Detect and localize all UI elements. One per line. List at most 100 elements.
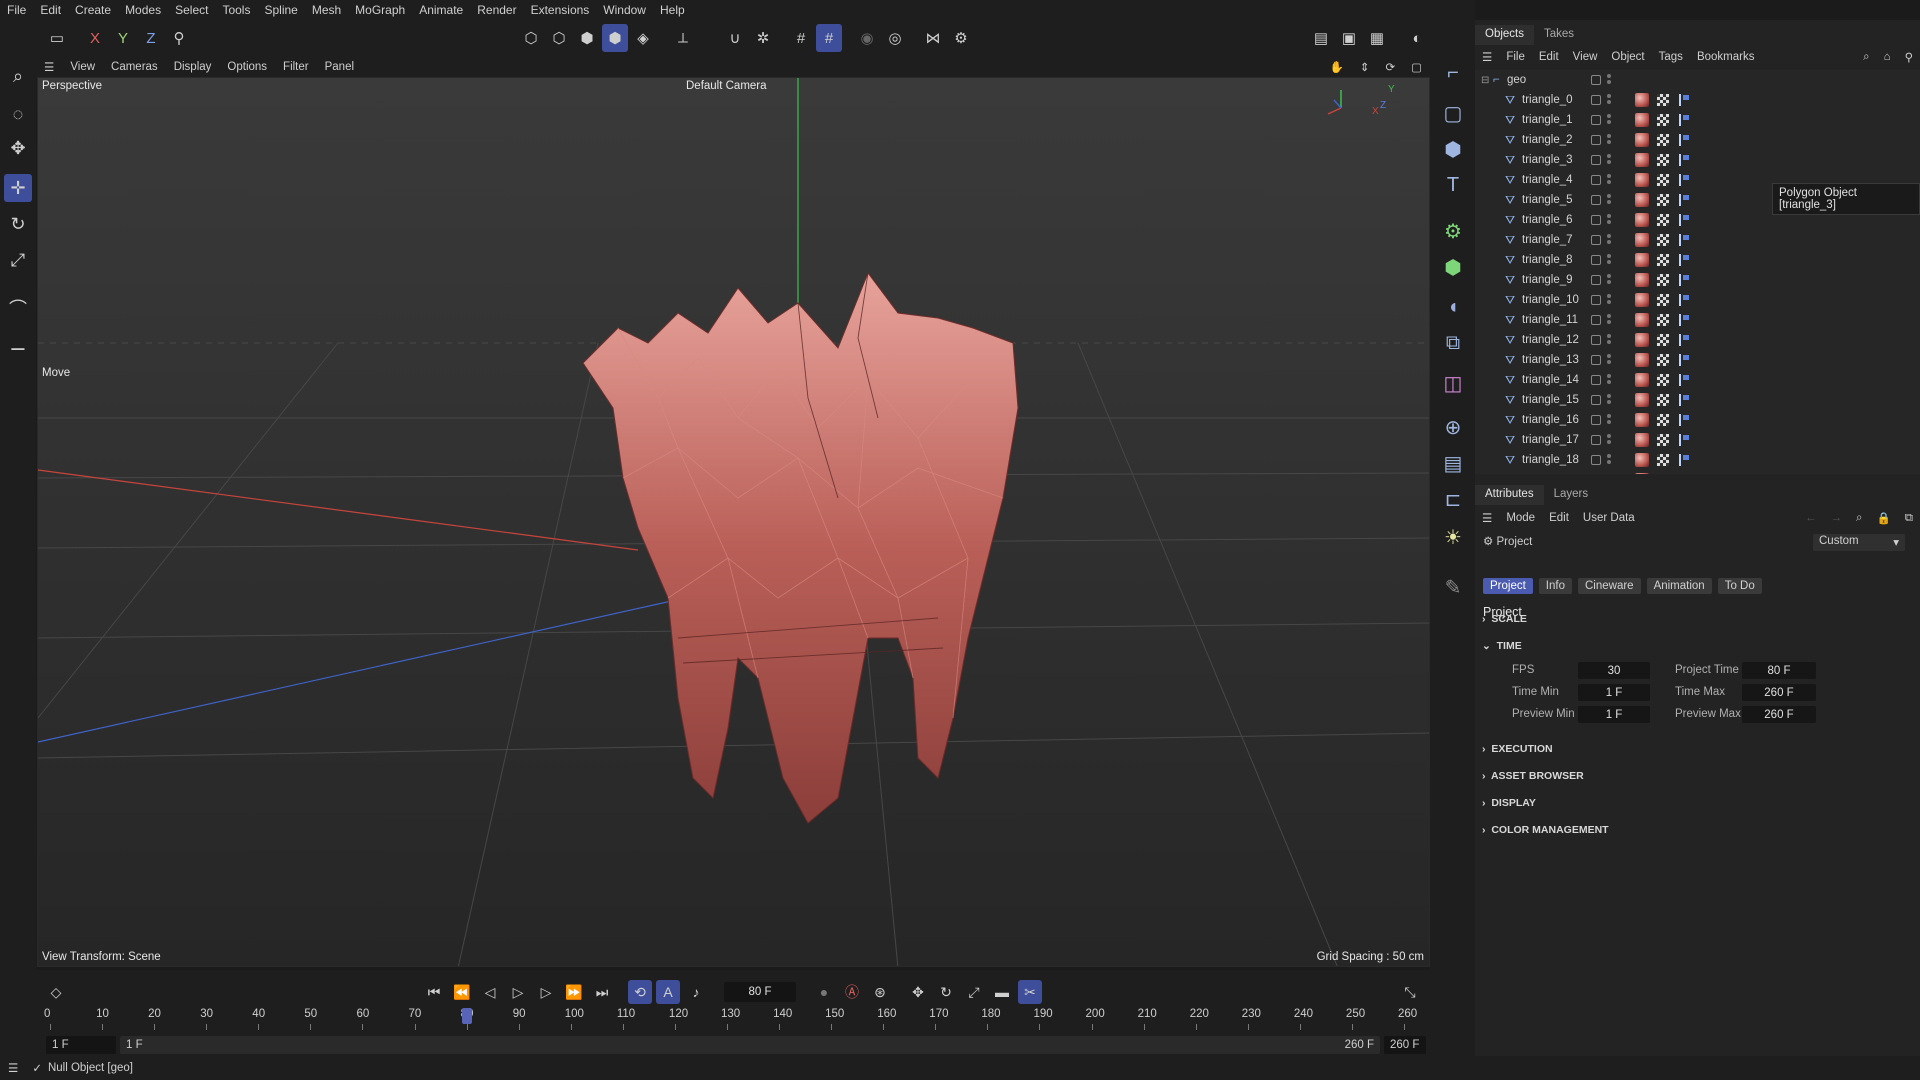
render-dots[interactable]	[1607, 74, 1611, 86]
section-color-management[interactable]: › COLOR MANAGEMENT	[1482, 824, 1609, 836]
object-row[interactable]: ⛛ triangle_1	[1475, 110, 1920, 130]
preset-dropdown[interactable]: Custom ▾	[1813, 534, 1905, 551]
go-to-end-icon[interactable]: ⏭	[590, 980, 614, 1004]
menu-extensions[interactable]: Extensions	[524, 3, 597, 17]
scale-tool-icon[interactable]: ⤢	[4, 246, 32, 274]
render-dots[interactable]	[1607, 214, 1611, 226]
undo-icon[interactable]: ▭	[44, 24, 70, 52]
material-tag-icon[interactable]	[1635, 173, 1649, 187]
key-position-icon[interactable]: ✥	[906, 980, 930, 1004]
keyframe-selection-icon[interactable]: ⊛	[868, 980, 892, 1004]
render-settings-icon[interactable]: ◎	[882, 24, 908, 52]
uv-tag-icon[interactable]	[1657, 434, 1669, 446]
axis-x-toggle[interactable]: X	[82, 24, 108, 52]
status-menu-icon[interactable]: ☰	[0, 1061, 26, 1075]
uv-tag-icon[interactable]	[1657, 374, 1669, 386]
material-tag-icon[interactable]	[1635, 353, 1649, 367]
polygons-mode-icon[interactable]: ⬢	[574, 24, 600, 52]
rotate-tool-icon[interactable]: ↻	[4, 210, 32, 238]
object-row[interactable]: ⛛ triangle_10	[1475, 290, 1920, 310]
keyframe-icon[interactable]: ◇	[44, 980, 68, 1004]
render-queue-icon[interactable]: ▦	[1364, 24, 1390, 52]
attributes-menu-icon[interactable]: ☰	[1475, 511, 1499, 525]
object-mode-icon[interactable]: ◈	[630, 24, 656, 52]
maximize-view-icon[interactable]: ▢	[1403, 60, 1430, 74]
menu-modes[interactable]: Modes	[118, 3, 168, 17]
render-dots[interactable]	[1607, 394, 1611, 406]
fps-field[interactable]: 30	[1578, 662, 1650, 679]
subtab-animation[interactable]: Animation	[1646, 578, 1712, 594]
objects-home-icon[interactable]: ⌂	[1877, 51, 1898, 63]
material-tag-icon[interactable]	[1635, 153, 1649, 167]
search-icon[interactable]: ⌕	[4, 62, 32, 90]
selection-tag-icon[interactable]	[1679, 274, 1689, 286]
visibility-check[interactable]	[1591, 315, 1601, 325]
tab-objects[interactable]: Objects	[1475, 25, 1534, 45]
visibility-check[interactable]	[1591, 335, 1601, 345]
selection-tag-icon[interactable]	[1679, 214, 1689, 226]
layout-icon[interactable]: ⌐	[1438, 58, 1468, 88]
gear-snap-icon[interactable]: ✲	[750, 24, 776, 52]
pencil-icon[interactable]: ✎	[1438, 572, 1468, 602]
next-key-icon[interactable]: ⏩	[562, 980, 586, 1004]
render-dots[interactable]	[1607, 334, 1611, 346]
preview-max-field[interactable]: 260 F	[1742, 706, 1816, 723]
object-row[interactable]: ⛛ triangle_9	[1475, 270, 1920, 290]
material-tag-icon[interactable]	[1635, 93, 1649, 107]
playhead[interactable]	[461, 1008, 472, 1024]
visibility-check[interactable]	[1591, 75, 1601, 85]
object-row[interactable]: ⛛ triangle_14	[1475, 370, 1920, 390]
menu-create[interactable]: Create	[68, 3, 118, 17]
menu-render[interactable]: Render	[470, 3, 523, 17]
render-dots[interactable]	[1607, 414, 1611, 426]
selection-tag-icon[interactable]	[1679, 294, 1689, 306]
selection-tag-icon[interactable]	[1679, 434, 1689, 446]
selection-tag-icon[interactable]	[1679, 374, 1689, 386]
tab-takes[interactable]: Takes	[1534, 25, 1584, 45]
key-pla-icon[interactable]: ✂	[1018, 980, 1042, 1004]
viewport-menu-cameras[interactable]: Cameras	[103, 61, 166, 73]
render-dots[interactable]	[1607, 174, 1611, 186]
menu-select[interactable]: Select	[168, 3, 215, 17]
forward-arrow-icon[interactable]: →	[1824, 512, 1850, 524]
selection-tag-icon[interactable]	[1679, 454, 1689, 466]
timeline-ruler[interactable]: 0102030405060708090100110120130140150160…	[44, 1008, 1430, 1032]
workplane-snap-icon[interactable]: #	[816, 24, 842, 52]
tab-attributes[interactable]: Attributes	[1475, 485, 1544, 505]
visibility-check[interactable]	[1591, 195, 1601, 205]
menu-tools[interactable]: Tools	[215, 3, 257, 17]
object-row-geo[interactable]: ⊟ ⌐ geo	[1475, 70, 1920, 90]
material-tag-icon[interactable]	[1635, 233, 1649, 247]
prev-frame-icon[interactable]: ◁	[478, 980, 502, 1004]
autokey-mode-icon[interactable]: A	[656, 980, 680, 1004]
attributes-menu-edit[interactable]: Edit	[1542, 512, 1576, 524]
visibility-check[interactable]	[1591, 215, 1601, 225]
symmetry-icon[interactable]: ⋈	[920, 24, 946, 52]
time-max-field[interactable]: 260 F	[1742, 684, 1816, 701]
object-row[interactable]: ⛛ triangle_16	[1475, 410, 1920, 430]
uv-tag-icon[interactable]	[1657, 94, 1669, 106]
object-row[interactable]: ⛛ triangle_13	[1475, 350, 1920, 370]
menu-spline[interactable]: Spline	[257, 3, 304, 17]
deformer-icon[interactable]: ◖	[1438, 292, 1468, 322]
selection-tag-icon[interactable]	[1679, 394, 1689, 406]
axis-y-toggle[interactable]: Y	[110, 24, 136, 52]
render-dots[interactable]	[1607, 254, 1611, 266]
material-tag-icon[interactable]	[1635, 253, 1649, 267]
render-dots[interactable]	[1607, 294, 1611, 306]
material-tag-icon[interactable]	[1635, 393, 1649, 407]
render-region-icon[interactable]: ◉	[854, 24, 880, 52]
menu-mograph[interactable]: MoGraph	[348, 3, 412, 17]
selection-tag-icon[interactable]	[1679, 194, 1689, 206]
objects-search-icon[interactable]: ⌕	[1856, 51, 1876, 64]
object-row[interactable]: ⛛ triangle_11	[1475, 310, 1920, 330]
material-tag-icon[interactable]	[1635, 293, 1649, 307]
objects-menu-tags[interactable]: Tags	[1652, 51, 1690, 63]
subdivision-icon[interactable]: ⬢	[1438, 252, 1468, 282]
project-time-field[interactable]: 80 F	[1742, 662, 1816, 679]
selection-tag-icon[interactable]	[1679, 234, 1689, 246]
objects-menu-bookmarks[interactable]: Bookmarks	[1690, 51, 1762, 63]
key-scale-icon[interactable]: ⤢	[962, 980, 986, 1004]
uv-tag-icon[interactable]	[1657, 274, 1669, 286]
null-object-icon[interactable]: ▢	[1438, 98, 1468, 128]
